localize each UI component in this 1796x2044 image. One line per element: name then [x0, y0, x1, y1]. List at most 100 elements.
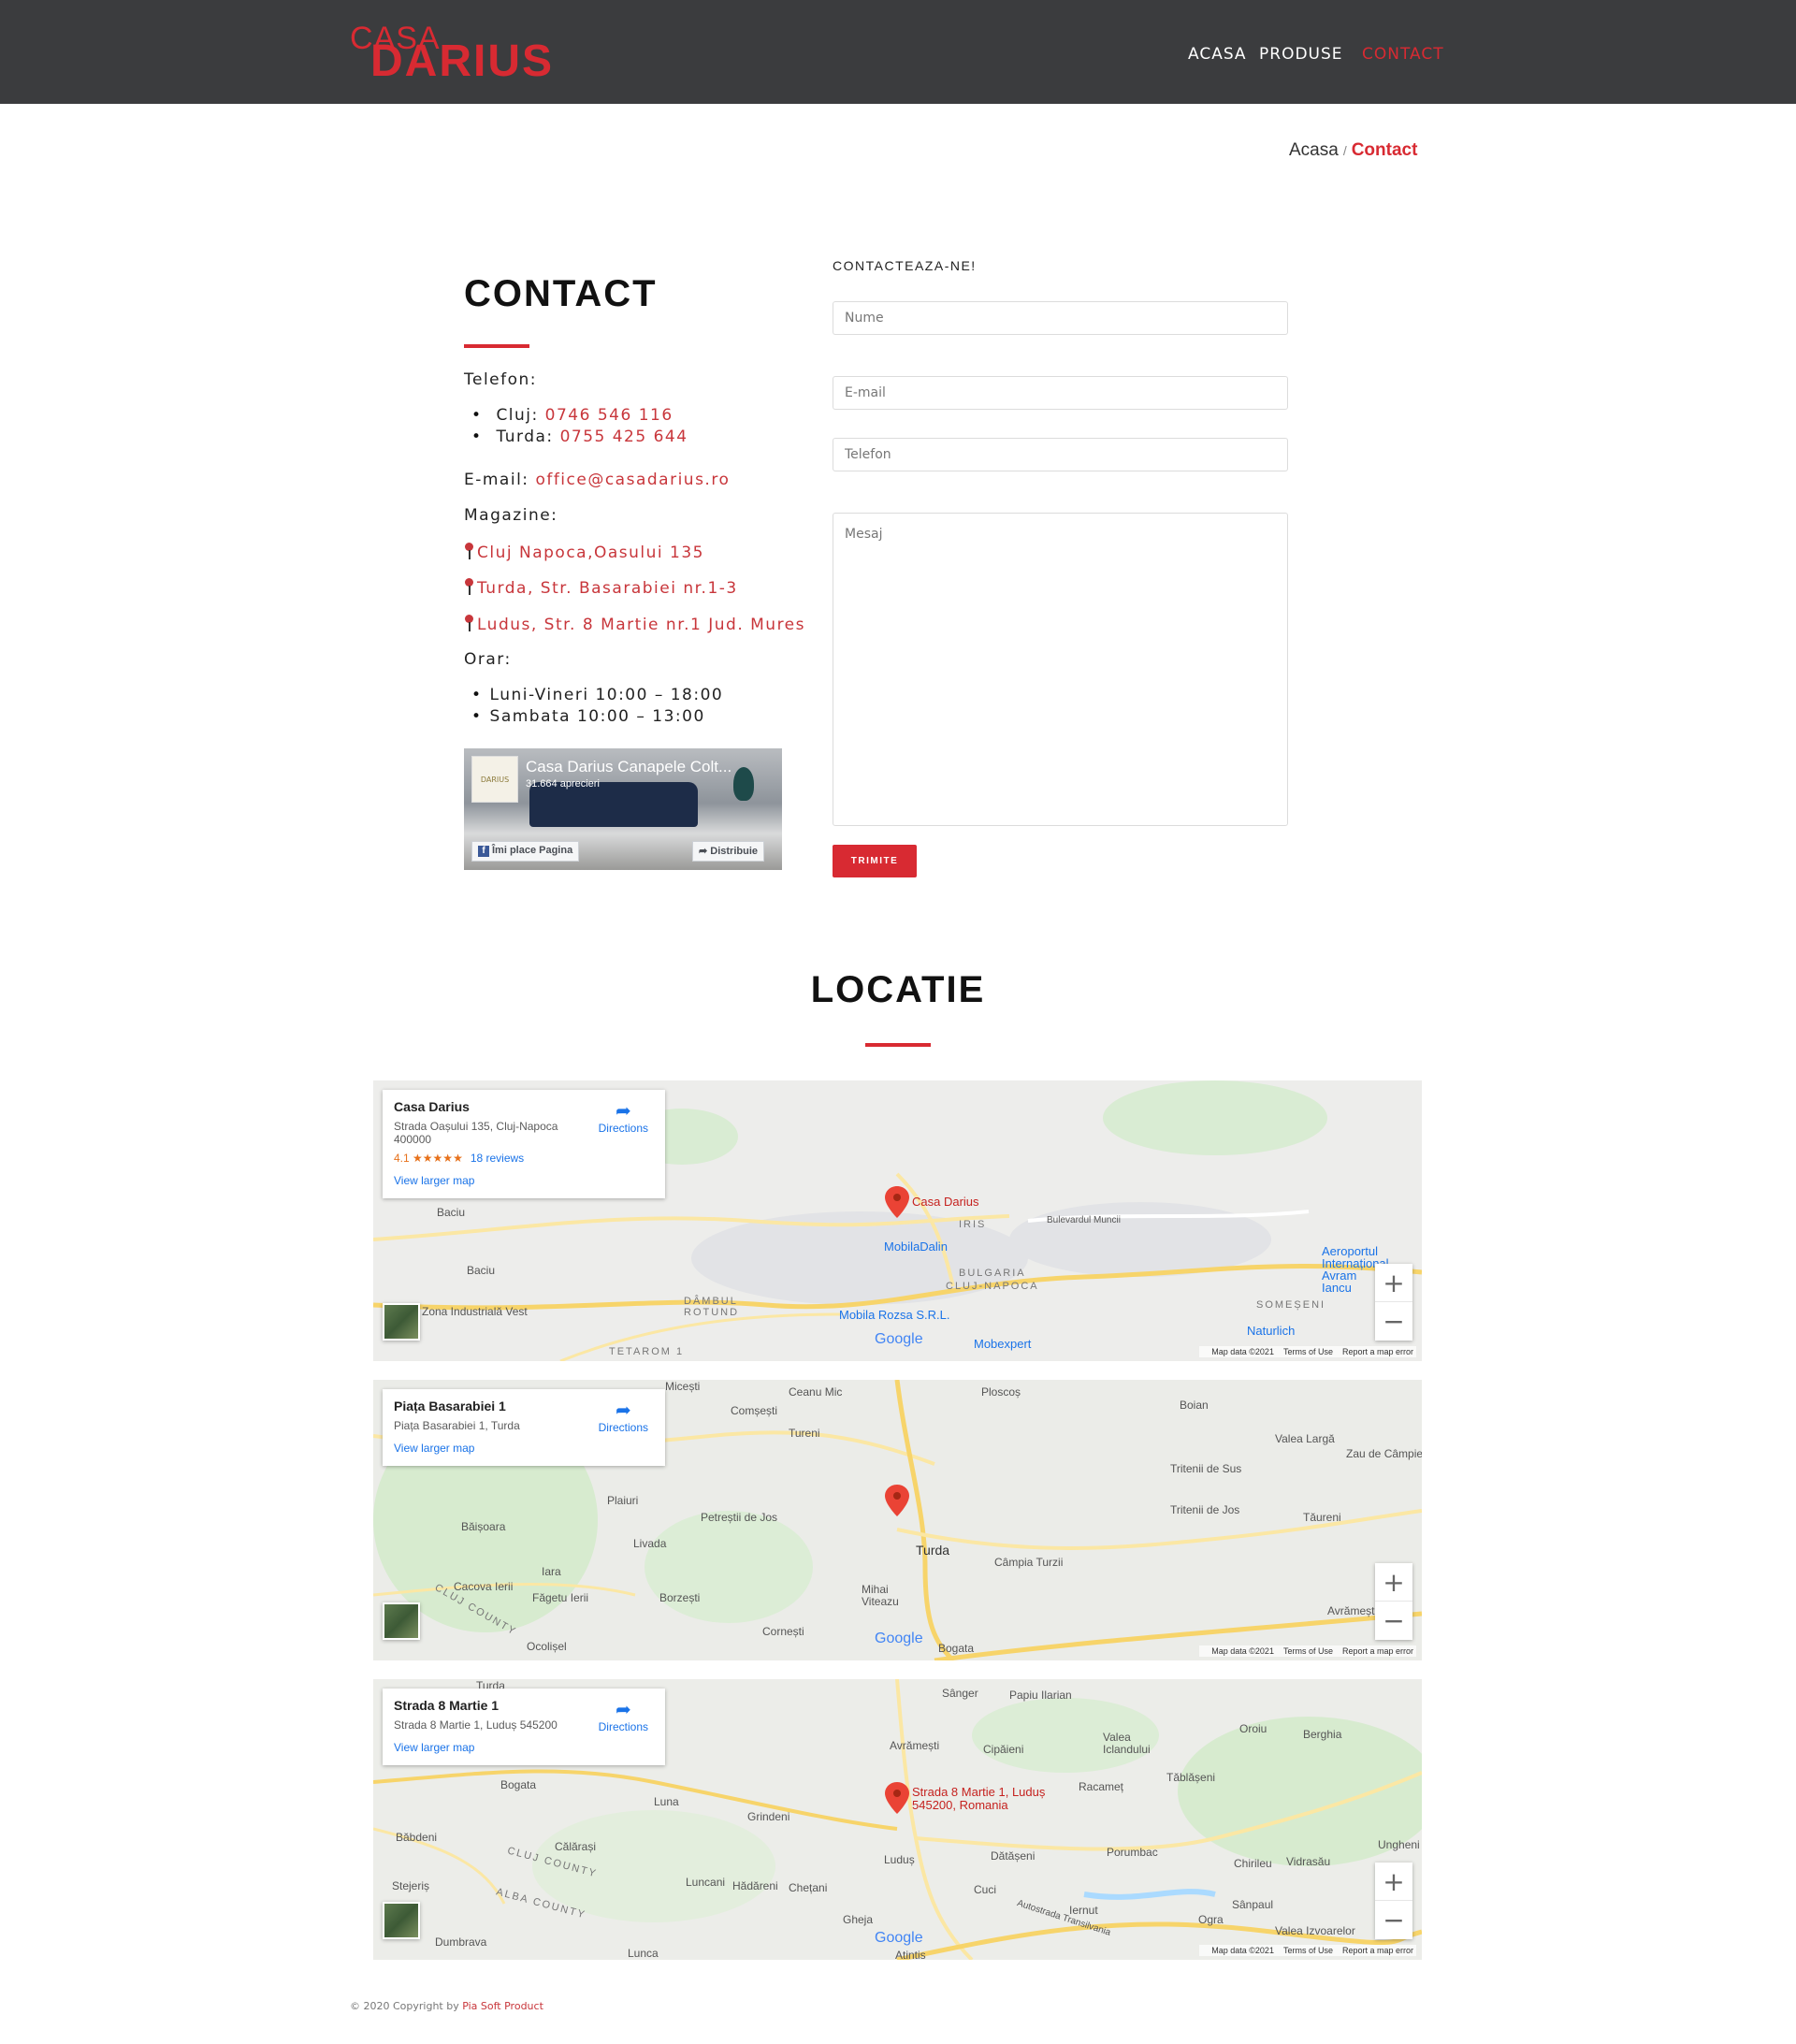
map-label: Ceanu Mic: [789, 1385, 843, 1399]
view-larger-map-link[interactable]: View larger map: [394, 1741, 654, 1754]
hours-weekdays: Luni-Vineri 10:00 – 18:00: [471, 686, 723, 704]
map-label: Tureni: [789, 1427, 820, 1440]
place-rating: 4.1 ★★★★★ 18 reviews: [394, 1152, 654, 1165]
map-label: Luduș: [884, 1853, 915, 1866]
map-label: Chirileu: [1234, 1857, 1272, 1870]
store-turda[interactable]: Turda, Str. Basarabiei nr.1-3: [464, 578, 738, 598]
casa-darius-logo[interactable]: CASA DARIUS: [350, 21, 565, 86]
directions-icon: ➦: [615, 1400, 631, 1421]
red-map-pin-icon[interactable]: [885, 1782, 909, 1814]
directions-button[interactable]: ➦ Directions: [599, 1101, 648, 1135]
store-cluj[interactable]: Cluj Napoca,Oasului 135: [464, 543, 704, 562]
phone-label: Telefon:: [464, 370, 538, 389]
map-cluj[interactable]: Baciu Baciu IRIS Bulevardul Muncii Mobil…: [373, 1080, 1422, 1361]
email-input[interactable]: [845, 377, 1276, 409]
email-field[interactable]: [833, 376, 1288, 410]
facebook-like-button[interactable]: f Îmi place Pagina: [471, 841, 580, 862]
email-link[interactable]: office@casadarius.ro: [535, 471, 730, 489]
map-label: Iernut: [1069, 1904, 1098, 1917]
map-label: Sânpaul: [1232, 1898, 1274, 1911]
zoom-in-button[interactable]: +: [1375, 1563, 1412, 1602]
map-label: Oroiu: [1239, 1722, 1267, 1735]
breadcrumb-current: Contact: [1351, 140, 1418, 160]
map-info-card: Strada 8 Martie 1 Strada 8 Martie 1, Lud…: [383, 1689, 665, 1765]
facebook-page-name[interactable]: Casa Darius Canapele Colt...: [526, 758, 731, 776]
directions-button[interactable]: ➦ Directions: [599, 1400, 648, 1434]
name-field[interactable]: [833, 301, 1288, 335]
view-larger-map-link[interactable]: View larger map: [394, 1174, 654, 1187]
red-map-pin-icon[interactable]: [885, 1485, 909, 1516]
report-error-link[interactable]: Report a map error: [1342, 1946, 1413, 1955]
zoom-out-button[interactable]: −: [1375, 1302, 1412, 1341]
view-larger-map-link[interactable]: View larger map: [394, 1442, 654, 1455]
phone-input[interactable]: [845, 439, 1276, 471]
google-logo: Google: [875, 1631, 923, 1646]
map-label: Ogra: [1198, 1913, 1224, 1926]
footer-company-link[interactable]: Pia Soft Product: [462, 2000, 543, 2012]
map-attribution: Map data ©2021 Terms of Use Report a map e…: [1199, 1645, 1416, 1657]
zoom-out-button[interactable]: −: [1375, 1901, 1412, 1939]
facebook-page-widget[interactable]: DARIUS Casa Darius Canapele Colt... 31.6…: [464, 748, 782, 870]
map-label: Cipăieni: [983, 1743, 1024, 1756]
terms-link[interactable]: Terms of Use: [1283, 1946, 1333, 1955]
map-label: Bulevardul Muncii: [1047, 1215, 1121, 1225]
phone-field[interactable]: [833, 438, 1288, 471]
breadcrumb-home[interactable]: Acasa: [1289, 140, 1339, 160]
red-map-pin-icon[interactable]: [885, 1186, 909, 1218]
footer-copyright: © 2020 Copyright by Pia Soft Product: [350, 2000, 543, 2012]
map-label: Dătășeni: [991, 1849, 1036, 1863]
submit-button[interactable]: TRIMITE: [833, 845, 917, 877]
directions-label: Directions: [598, 1720, 648, 1733]
phone-turda-number[interactable]: 0755 425 644: [560, 428, 688, 446]
map-label: Papiu Ilarian: [1009, 1689, 1072, 1702]
map-label: Dumbrava: [435, 1935, 487, 1949]
nav-acasa[interactable]: ACASA: [1188, 45, 1247, 64]
satellite-toggle[interactable]: [383, 1602, 420, 1640]
map-pin-label: Casa Darius: [912, 1195, 979, 1209]
message-textarea[interactable]: [845, 527, 1276, 825]
map-ludus[interactable]: Turda Sânger Papiu Ilarian Avrămești Cip…: [373, 1679, 1422, 1960]
phone-turda-city: Turda:: [496, 428, 554, 446]
reviews-link[interactable]: 18 reviews: [471, 1152, 524, 1165]
map-label: Naturlich: [1247, 1324, 1296, 1338]
satellite-toggle[interactable]: [383, 1902, 420, 1939]
message-field[interactable]: [833, 513, 1288, 826]
location-title-underline: [865, 1043, 931, 1047]
store-ludus[interactable]: Ludus, Str. 8 Martie nr.1 Jud. Mures: [464, 615, 805, 634]
nav-contact[interactable]: CONTACT: [1362, 45, 1444, 64]
breadcrumb: Acasa / Contact: [1289, 140, 1417, 161]
satellite-toggle[interactable]: [383, 1303, 420, 1341]
map-label: Luncani: [686, 1876, 726, 1889]
name-input[interactable]: [845, 302, 1276, 334]
zoom-out-button[interactable]: −: [1375, 1602, 1412, 1640]
report-error-link[interactable]: Report a map error: [1342, 1646, 1413, 1656]
map-label: Mobexpert: [974, 1337, 1032, 1351]
terms-link[interactable]: Terms of Use: [1283, 1347, 1333, 1356]
zoom-controls: + −: [1375, 1264, 1412, 1341]
phone-cluj-number[interactable]: 0746 546 116: [545, 406, 674, 425]
facebook-page-thumbnail[interactable]: DARIUS: [471, 756, 518, 803]
title-underline: [464, 344, 529, 348]
directions-button[interactable]: ➦ Directions: [599, 1700, 648, 1733]
hours-label: Orar:: [464, 650, 512, 669]
map-label: Băbdeni: [396, 1831, 438, 1844]
map-label: Avrămești: [890, 1739, 940, 1752]
nav-produse[interactable]: PRODUSE: [1259, 45, 1343, 64]
facebook-icon: f: [478, 846, 489, 857]
report-error-link[interactable]: Report a map error: [1342, 1347, 1413, 1356]
facebook-share-button[interactable]: ➦ Distribuie: [692, 841, 765, 862]
map-label: Ploscoș: [981, 1385, 1021, 1399]
zoom-in-button[interactable]: +: [1375, 1863, 1412, 1901]
directions-label: Directions: [598, 1421, 648, 1434]
zoom-in-button[interactable]: +: [1375, 1264, 1412, 1302]
map-label: Cornești: [762, 1625, 804, 1638]
map-label: Atintis: [895, 1949, 926, 1960]
map-label: Avrămești: [1327, 1604, 1378, 1617]
map-label: Ocolișel: [527, 1640, 567, 1653]
terms-link[interactable]: Terms of Use: [1283, 1646, 1333, 1656]
map-label: Livada: [633, 1537, 667, 1550]
map-label: IRIS: [959, 1219, 987, 1230]
map-label: Zona Industrială Vest: [422, 1305, 528, 1318]
map-label: Chețani: [789, 1881, 828, 1894]
map-turda[interactable]: Micești Ceanu Mic Comșești Tureni Plosco…: [373, 1380, 1422, 1660]
